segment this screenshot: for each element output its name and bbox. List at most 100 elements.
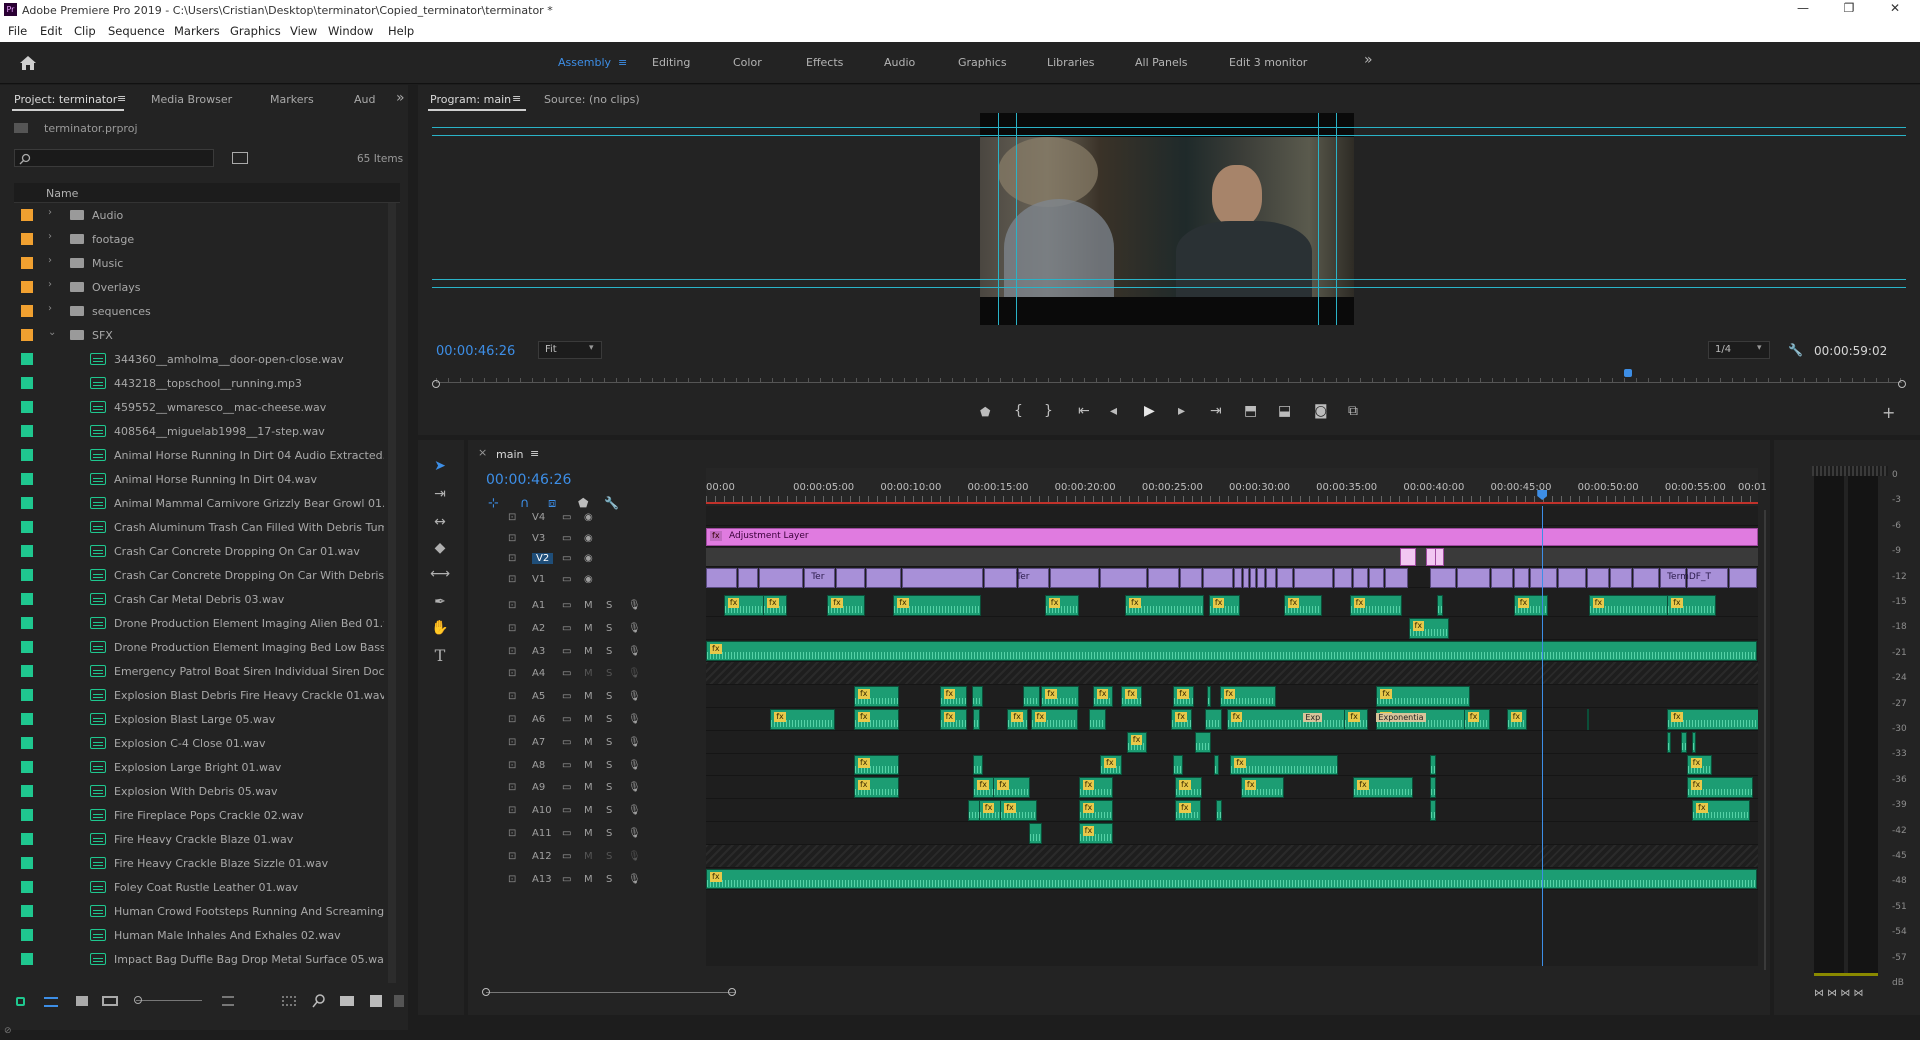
lock-icon[interactable]: ⊡	[508, 805, 516, 816]
project-item[interactable]: Animal Horse Running In Dirt 04 Audio Ex…	[14, 443, 384, 467]
timeline-timecode[interactable]: 00:00:46:26	[486, 472, 571, 488]
audio-clip[interactable]: fx	[1000, 800, 1037, 821]
video-clip[interactable]	[1256, 567, 1265, 588]
video-clip[interactable]	[984, 567, 1018, 588]
mute-button[interactable]: M	[584, 760, 593, 771]
track-name[interactable]: A7	[532, 737, 545, 748]
toggle-sync-lock-icon[interactable]: ▭	[562, 737, 571, 748]
audio-clip[interactable]: fx	[1078, 777, 1114, 799]
transition-label[interactable]: Exponentia	[1376, 713, 1426, 722]
label-color-swatch[interactable]	[21, 233, 33, 245]
audio-clip[interactable]	[1429, 777, 1437, 799]
audio-clip[interactable]	[1692, 731, 1697, 753]
pen-tool-icon[interactable]: ✒	[430, 594, 450, 614]
toggle-sync-lock-icon[interactable]: ▭	[562, 714, 571, 725]
project-item[interactable]: Impact Bag Duffle Bag Drop Metal Surface…	[14, 947, 384, 971]
audio-clip[interactable]	[1215, 800, 1223, 821]
audio-clip[interactable]	[1429, 800, 1437, 821]
label-color-swatch[interactable]	[21, 857, 33, 869]
track-name[interactable]: A4	[532, 668, 545, 679]
lock-icon[interactable]: ⊡	[508, 512, 516, 523]
video-clip[interactable]	[1050, 567, 1100, 588]
chevron-right-icon[interactable]: ›	[48, 207, 52, 218]
video-clip[interactable]	[759, 567, 804, 588]
tab-project[interactable]: Project: terminator	[14, 93, 117, 106]
solo-button[interactable]: S	[606, 668, 612, 679]
chevron-right-icon[interactable]: ›	[48, 279, 52, 290]
mute-button[interactable]: M	[584, 782, 593, 793]
microphone-icon[interactable]: 🎙	[628, 646, 641, 657]
new-search-bin-icon[interactable]	[232, 152, 248, 164]
audio-clip[interactable]: fx	[770, 709, 836, 730]
project-item[interactable]: Fire Heavy Crackle Blaze 01.wav	[14, 827, 384, 851]
label-color-swatch[interactable]	[21, 497, 33, 509]
track-name[interactable]: A9	[532, 782, 545, 793]
toggle-sync-lock-icon[interactable]: ▭	[562, 805, 571, 816]
track-name[interactable]: A13	[532, 874, 552, 885]
video-clip[interactable]	[1265, 567, 1276, 588]
toggle-sync-lock-icon[interactable]: ▭	[562, 668, 571, 679]
video-clip[interactable]	[1180, 567, 1203, 588]
timeline-playhead-line[interactable]	[1542, 506, 1544, 966]
label-color-swatch[interactable]	[21, 713, 33, 725]
video-clip[interactable]	[1529, 567, 1558, 588]
label-color-swatch[interactable]	[21, 281, 33, 293]
track-header-a4[interactable]: ⊡ A4 ▭ M S 🎙	[468, 662, 706, 685]
menu-edit[interactable]: Edit	[40, 24, 62, 38]
video-clip[interactable]	[1633, 567, 1659, 588]
eye-icon[interactable]: ◉	[584, 512, 593, 523]
toggle-sync-lock-icon[interactable]: ▭	[562, 646, 571, 657]
audio-clip[interactable]	[1214, 754, 1219, 776]
automate-to-sequence-icon[interactable]	[282, 996, 296, 1006]
audio-clip[interactable]: fx	[1007, 709, 1028, 730]
minimize-button[interactable]: —	[1780, 1, 1826, 15]
solo-button[interactable]: S	[606, 737, 612, 748]
track-header-a12[interactable]: ⊡ A12 ▭ M S 🎙	[468, 845, 706, 868]
tab-program[interactable]: Program: main	[430, 93, 511, 106]
track-name[interactable]: V2	[532, 553, 554, 564]
audio-clip[interactable]: fx	[1240, 777, 1285, 799]
video-clip[interactable]	[1333, 567, 1353, 588]
label-color-swatch[interactable]	[21, 329, 33, 341]
lock-icon[interactable]: ⊡	[508, 574, 516, 585]
track-header-v4[interactable]: ⊡ V4 ▭ ◉	[468, 506, 706, 526]
column-name[interactable]: Name	[46, 187, 78, 200]
audio-clip[interactable]: fx	[1667, 709, 1758, 730]
label-color-swatch[interactable]	[21, 473, 33, 485]
toggle-sync-lock-icon[interactable]: ▭	[562, 533, 571, 544]
video-clip[interactable]	[836, 567, 866, 588]
button-editor-add-icon[interactable]: +	[1882, 403, 1895, 422]
track-lane-a10[interactable]	[706, 799, 1758, 822]
mute-button[interactable]: M	[584, 646, 593, 657]
track-name[interactable]: V3	[532, 533, 545, 544]
project-folder[interactable]: › sequences	[14, 299, 384, 323]
toggle-sync-lock-icon[interactable]: ▭	[562, 623, 571, 634]
tab-sequence-main[interactable]: main	[496, 448, 523, 461]
solo-button[interactable]: S	[606, 851, 612, 862]
audio-clip[interactable]: fx	[1173, 686, 1194, 707]
project-scrollbar[interactable]	[388, 203, 396, 983]
new-item-icon[interactable]	[370, 995, 382, 1007]
chevron-right-icon[interactable]: ›	[48, 231, 52, 242]
mute-button[interactable]: M	[584, 600, 593, 611]
project-item[interactable]: 344360__amholma__door-open-close.wav	[14, 347, 384, 371]
project-item[interactable]: Animal Horse Running In Dirt 04.wav	[14, 467, 384, 491]
video-clip[interactable]	[1399, 548, 1416, 566]
audio-clip[interactable]: fx	[939, 686, 968, 707]
label-color-swatch[interactable]	[21, 905, 33, 917]
transition-label[interactable]: Exp	[1303, 713, 1323, 722]
audio-clip[interactable]: fx	[1092, 686, 1114, 707]
clear-icon[interactable]	[394, 995, 404, 1007]
solo-button[interactable]: S	[606, 828, 612, 839]
project-item[interactable]: Fire Fireplace Pops Crackle 02.wav	[14, 803, 384, 827]
close-tab-icon[interactable]: ×	[478, 446, 487, 459]
lock-icon[interactable]: ⊡	[508, 851, 516, 862]
menu-markers[interactable]: Markers	[174, 24, 220, 38]
eye-icon[interactable]: ◉	[584, 553, 593, 564]
mute-button[interactable]: M	[584, 623, 593, 634]
lock-icon[interactable]: ⊡	[508, 737, 516, 748]
step-forward-button[interactable]: ▸	[1178, 403, 1185, 419]
tab-audio-clip-mixer[interactable]: Aud	[354, 93, 375, 106]
workspace-assembly[interactable]: Assembly	[558, 56, 611, 69]
program-timecode[interactable]: 00:00:46:26	[436, 344, 515, 359]
